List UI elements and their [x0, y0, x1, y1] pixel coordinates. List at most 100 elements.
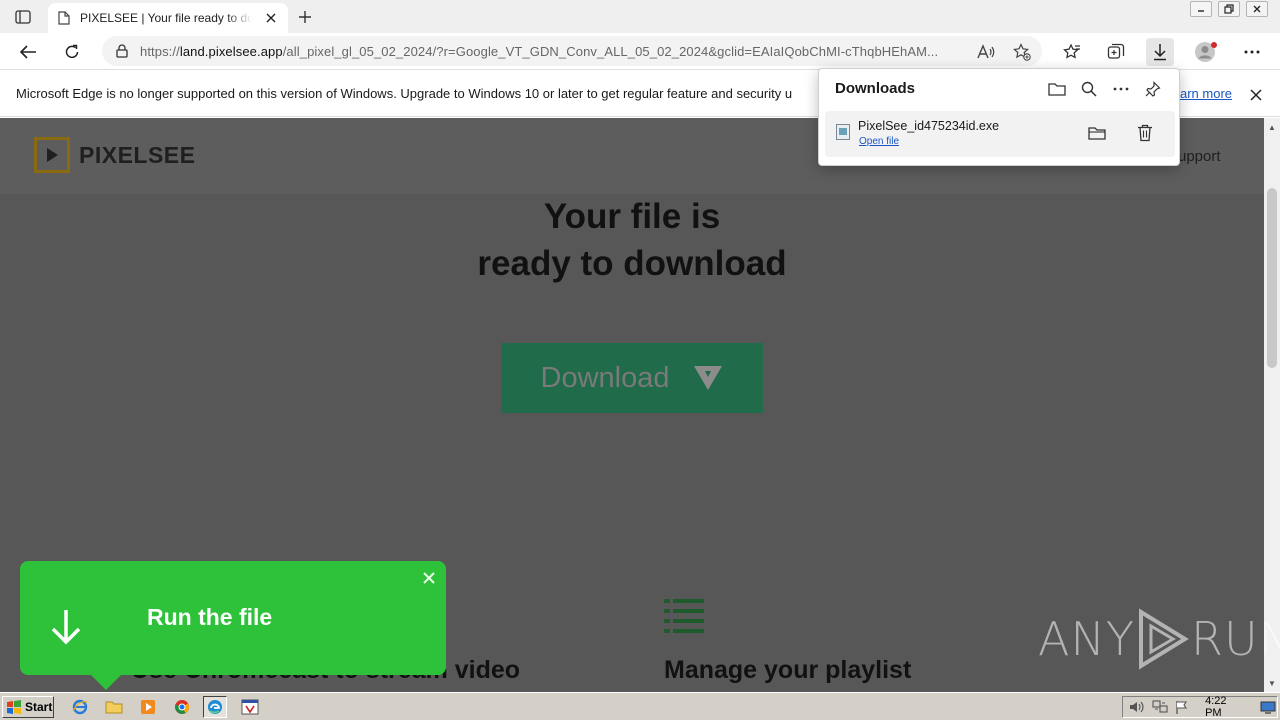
taskbar-ie[interactable]	[68, 696, 92, 718]
hero-line-1: Your file is	[543, 197, 721, 236]
plus-icon	[299, 11, 311, 23]
start-button[interactable]: Start	[2, 696, 54, 718]
tab-actions-button[interactable]	[12, 7, 34, 27]
arrow-down-icon	[51, 610, 81, 645]
pin-downloads-button[interactable]	[1143, 79, 1163, 99]
taskbar-media-player[interactable]	[136, 696, 160, 718]
collections-icon	[1107, 43, 1125, 59]
refresh-button[interactable]	[58, 38, 86, 66]
download-item[interactable]: PixelSee_id475234id.exe Open file	[825, 111, 1175, 157]
downloads-button[interactable]	[1146, 38, 1174, 66]
watermark-run: RUN	[1190, 612, 1280, 666]
profile-button[interactable]	[1192, 38, 1220, 66]
toast-close-button[interactable]	[420, 569, 438, 587]
downloads-more-button[interactable]	[1111, 79, 1131, 99]
hero-title: Your file is ready to download	[0, 193, 1264, 287]
pin-icon	[1145, 81, 1161, 97]
internet-explorer-icon	[72, 699, 88, 715]
url-text: https://land.pixelsee.app/all_pixel_gl_0…	[140, 44, 960, 59]
minimize-button[interactable]	[1190, 1, 1212, 17]
anyrun-watermark: ANY RUN	[1038, 608, 1280, 670]
avatar-icon	[1195, 42, 1217, 62]
browser-tab[interactable]: PIXELSEE | Your file ready to download	[48, 3, 288, 33]
open-file-link[interactable]: Open file	[859, 136, 899, 147]
close-icon	[266, 13, 276, 23]
show-in-folder-button[interactable]	[1087, 123, 1107, 143]
windows-logo-icon	[7, 700, 21, 714]
search-icon	[1081, 81, 1097, 97]
taskbar-app-window[interactable]	[238, 696, 262, 718]
learn-more-link[interactable]: arn more	[1180, 86, 1232, 101]
url-prefix: https://	[140, 43, 180, 59]
taskbar-edge[interactable]	[203, 696, 227, 718]
folder-icon	[105, 701, 123, 714]
restore-button[interactable]	[1218, 1, 1240, 17]
taskbar-chrome[interactable]	[170, 696, 194, 718]
windows-taskbar: Start 4:22 PM	[0, 692, 1280, 720]
back-button[interactable]	[14, 38, 42, 66]
download-icon	[1154, 44, 1166, 61]
media-player-icon	[141, 700, 155, 714]
triangle-down-icon	[694, 366, 723, 390]
more-icon	[1113, 87, 1129, 91]
download-button[interactable]: Download	[501, 343, 763, 413]
play-icon	[47, 148, 58, 162]
add-favorite-button[interactable]	[1008, 38, 1036, 66]
system-tray: 4:22 PM	[1122, 695, 1278, 719]
site-logo[interactable]: PIXELSEE	[34, 137, 195, 173]
show-desktop-button[interactable]	[1259, 699, 1277, 715]
collections-button[interactable]	[1102, 38, 1130, 66]
downloads-title: Downloads	[835, 80, 916, 97]
taskbar-explorer[interactable]	[102, 696, 126, 718]
run-file-toast[interactable]: Run the file	[20, 561, 446, 690]
taskbar-clock[interactable]: 4:22 PM	[1205, 695, 1245, 719]
close-icon	[423, 572, 435, 584]
folder-icon	[1088, 127, 1106, 140]
volume-tray-button[interactable]	[1128, 699, 1146, 715]
app-window-icon	[241, 699, 259, 715]
play-outline-icon	[1138, 608, 1189, 670]
trash-icon	[1138, 124, 1152, 142]
read-aloud-button[interactable]	[972, 38, 1000, 66]
toast-pointer	[90, 674, 122, 690]
browser-toolbar: https://land.pixelsee.app/all_pixel_gl_0…	[0, 33, 1280, 70]
url-host: land.pixelsee.app	[179, 43, 283, 59]
favorites-button[interactable]	[1058, 38, 1086, 66]
nav-support-link[interactable]: upport	[1178, 148, 1221, 165]
monitor-icon	[1260, 701, 1276, 714]
close-icon	[1253, 5, 1261, 13]
scroll-up-arrow-icon[interactable]: ▲	[1267, 122, 1277, 132]
toast-text: Run the file	[147, 604, 273, 630]
new-tab-button[interactable]	[294, 6, 316, 28]
edge-icon	[208, 700, 222, 714]
download-button-label: Download	[540, 361, 670, 394]
lock-icon	[116, 44, 128, 58]
network-icon	[1151, 700, 1168, 713]
page-scrollbar[interactable]: ▲ ▼	[1264, 118, 1280, 692]
window-controls	[1190, 0, 1268, 17]
folder-icon	[1048, 83, 1066, 96]
address-bar[interactable]: https://land.pixelsee.app/all_pixel_gl_0…	[102, 36, 1042, 66]
favorites-icon	[1063, 43, 1080, 59]
search-downloads-button[interactable]	[1079, 79, 1099, 99]
network-tray-button[interactable]	[1151, 699, 1169, 715]
logo-text: PIXELSEE	[79, 141, 196, 168]
flag-icon	[1176, 701, 1188, 714]
tab-close-button[interactable]	[262, 9, 280, 27]
more-icon	[1244, 50, 1260, 54]
close-window-button[interactable]	[1246, 1, 1268, 17]
speaker-icon	[1129, 701, 1144, 713]
playlist-icon	[664, 599, 704, 633]
delete-download-button[interactable]	[1135, 123, 1155, 143]
scroll-down-arrow-icon[interactable]: ▼	[1267, 678, 1277, 688]
feature-playlist-title: Manage your playlist	[664, 656, 912, 684]
close-icon	[1250, 89, 1262, 101]
downloads-panel: Downloads PixelSee_id475234id.exe Open f…	[818, 68, 1180, 166]
scroll-thumb[interactable]	[1267, 188, 1277, 368]
back-arrow-icon	[19, 45, 36, 59]
open-downloads-folder-button[interactable]	[1047, 79, 1067, 99]
infobar-close-button[interactable]	[1246, 85, 1266, 105]
settings-more-button[interactable]	[1238, 38, 1266, 66]
action-center-tray-button[interactable]	[1173, 699, 1191, 715]
watermark-any: ANY	[1038, 612, 1135, 666]
